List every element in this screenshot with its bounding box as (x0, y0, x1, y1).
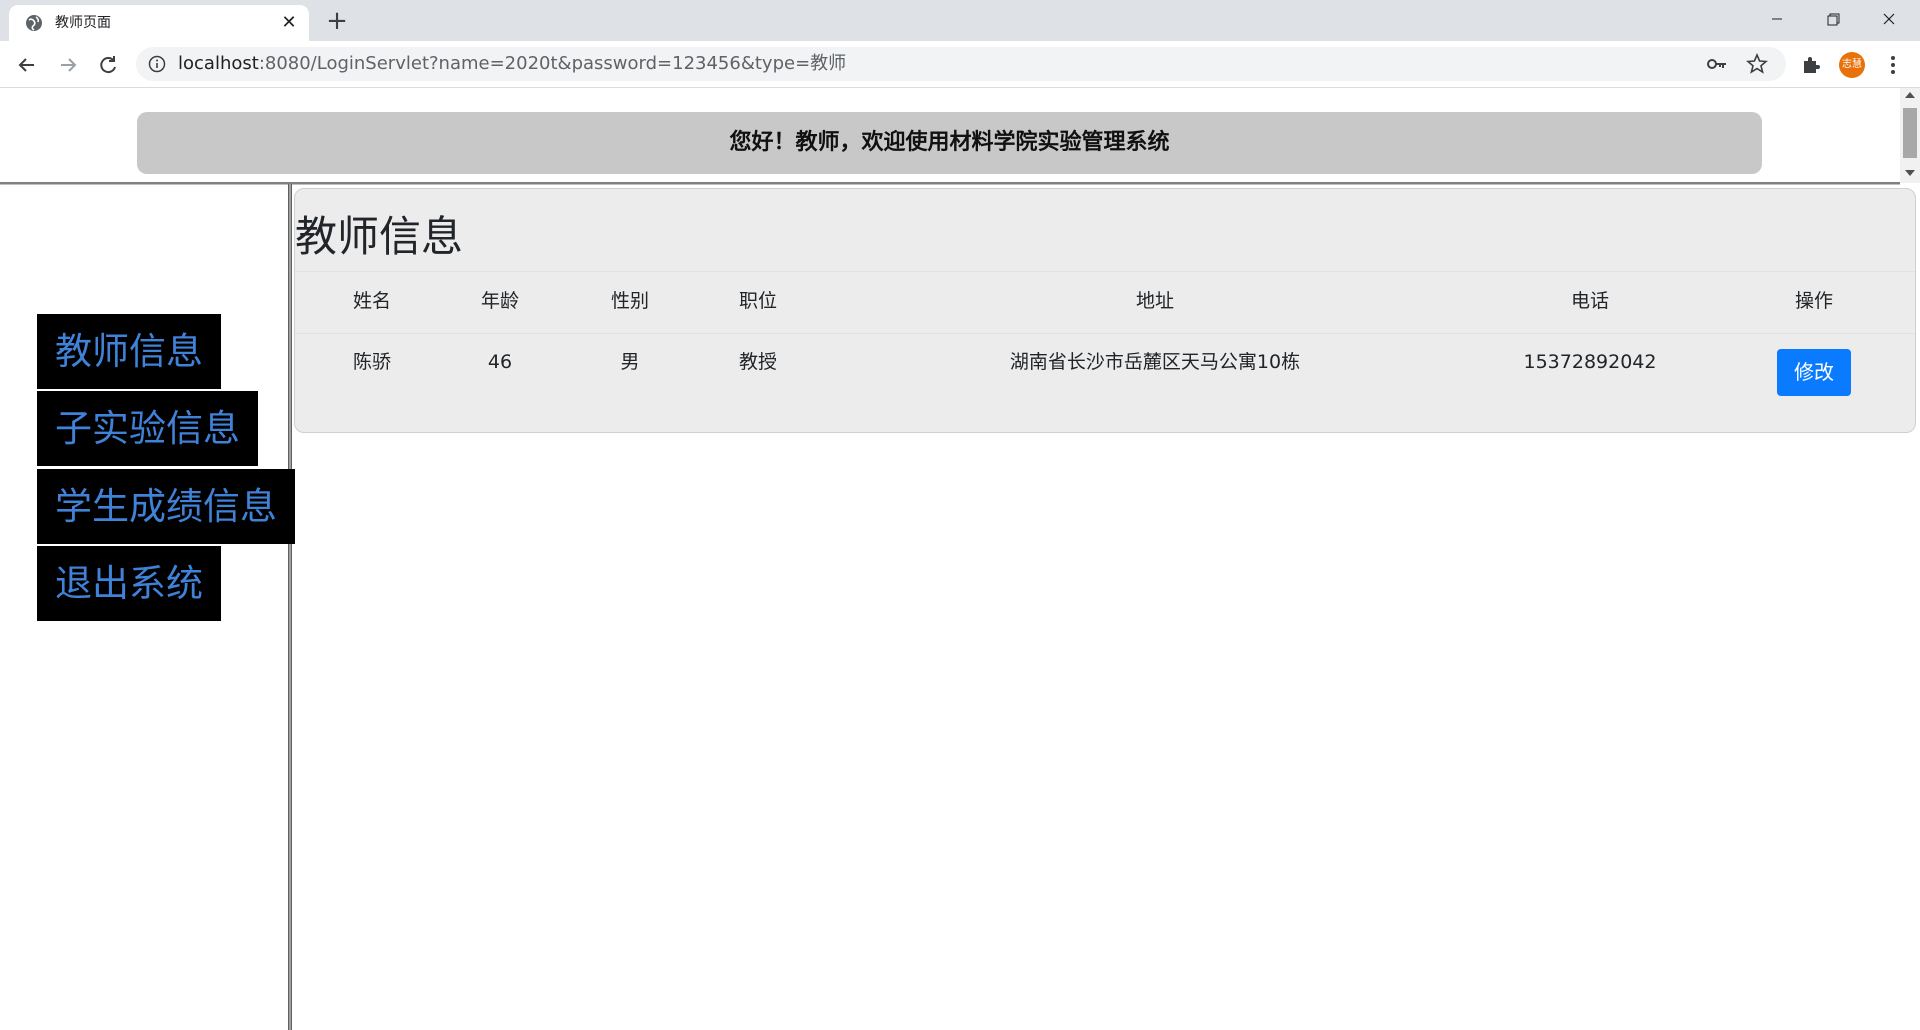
column-header-action: 操作 (1794, 290, 1833, 312)
column-header-gender: 性别 (610, 290, 649, 312)
column-header-position: 职位 (738, 290, 777, 312)
bookmark-star-icon[interactable] (1746, 53, 1768, 75)
tab-close-icon[interactable]: ✕ (279, 13, 299, 33)
restore-window-icon[interactable] (1816, 6, 1850, 32)
url-text[interactable]: localhost:8080/LoginServlet?name=2020t&p… (178, 55, 846, 73)
cell-age: 46 (487, 351, 513, 373)
header-frame-scrollbar[interactable] (1900, 88, 1920, 183)
scroll-down-arrow-icon[interactable] (1905, 170, 1915, 176)
cell-address: 湖南省长沙市岳麓区天马公寓10栋 (1009, 351, 1301, 373)
menu-student-grades[interactable]: 学生成绩信息 (37, 469, 295, 544)
back-arrow-icon[interactable] (12, 50, 42, 80)
edit-button[interactable]: 修改 (1777, 349, 1851, 396)
column-header-address: 地址 (1135, 290, 1174, 312)
teacher-info-panel: 教师信息 姓名 年龄 性别 职位 地址 电话 操作 陈骄 46 男 教授 湖南省… (294, 188, 1916, 433)
cell-gender: 男 (620, 351, 640, 373)
sidebar-menu: 教师信息 子实验信息 学生成绩信息 退出系统 (0, 184, 295, 1030)
url-host: localhost (178, 53, 259, 74)
scroll-up-arrow-icon[interactable] (1905, 92, 1915, 98)
site-info-icon[interactable] (148, 55, 166, 73)
forward-arrow-icon[interactable] (53, 50, 83, 80)
address-bar[interactable]: localhost:8080/LoginServlet?name=2020t&p… (136, 47, 1786, 81)
column-header-name: 姓名 (352, 290, 391, 312)
key-icon[interactable] (1706, 55, 1728, 73)
scroll-thumb[interactable] (1903, 108, 1917, 158)
browser-toolbar: localhost:8080/LoginServlet?name=2020t&p… (0, 41, 1920, 88)
tab-title: 教师页面 (55, 15, 111, 31)
welcome-banner: 您好！教师，欢迎使用材料学院实验管理系统 (137, 112, 1762, 174)
profile-avatar[interactable]: 志慧 (1839, 52, 1865, 78)
cell-name: 陈骄 (352, 351, 391, 373)
more-menu-icon[interactable] (1882, 52, 1904, 78)
table-row-border (295, 333, 1915, 334)
column-header-phone: 电话 (1570, 290, 1609, 312)
panel-title: 教师信息 (295, 212, 464, 261)
page-viewport: 您好！教师，欢迎使用材料学院实验管理系统 教师信息 子实验信息 学生成绩信息 退… (0, 88, 1920, 1030)
browser-tab[interactable]: 教师页面 ✕ (9, 5, 309, 41)
menu-teacher-info[interactable]: 教师信息 (37, 314, 221, 389)
minimize-window-icon[interactable] (1760, 6, 1794, 32)
close-window-icon[interactable] (1872, 6, 1906, 32)
globe-icon (26, 15, 42, 31)
cell-position: 教授 (738, 351, 777, 373)
extensions-puzzle-icon[interactable] (1800, 54, 1822, 76)
menu-sub-experiment-info[interactable]: 子实验信息 (37, 391, 258, 466)
column-header-age: 年龄 (480, 290, 519, 312)
url-path: :8080/LoginServlet?name=2020t&password=1… (258, 53, 847, 74)
frame-splitter[interactable] (288, 184, 292, 1030)
reload-icon[interactable] (93, 50, 123, 80)
browser-tab-strip: 教师页面 ✕ + (0, 0, 1920, 41)
new-tab-button[interactable]: + (323, 8, 351, 36)
cell-phone: 15372892042 (1523, 351, 1657, 373)
menu-logout[interactable]: 退出系统 (37, 546, 221, 621)
table-top-border (295, 271, 1915, 272)
